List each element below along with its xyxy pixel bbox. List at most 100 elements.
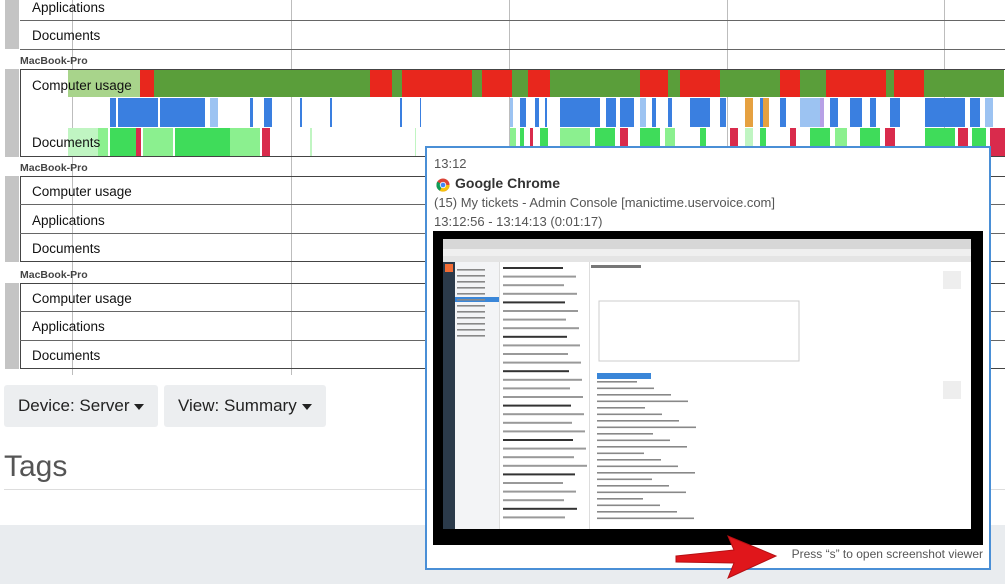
activity-segment bbox=[560, 98, 600, 127]
activity-segment bbox=[262, 128, 270, 156]
activity-segment bbox=[668, 70, 680, 97]
caret-down-icon bbox=[301, 403, 312, 410]
activity-segment bbox=[482, 70, 512, 97]
row-label-computer-usage: Computer usage bbox=[32, 184, 132, 199]
device-dropdown-label: Device: Server bbox=[18, 396, 130, 415]
activity-segment bbox=[545, 98, 547, 127]
activity-segment bbox=[870, 98, 876, 127]
activity-segment bbox=[535, 98, 539, 127]
activity-segment bbox=[720, 70, 780, 97]
applications-track[interactable] bbox=[0, 98, 1005, 127]
activity-segment bbox=[310, 128, 312, 156]
computer-usage-track[interactable] bbox=[0, 70, 1005, 97]
tooltip-duration: 13:12:56 - 13:14:13 (0:01:17) bbox=[434, 214, 603, 229]
activity-segment bbox=[230, 128, 260, 156]
row-label-applications: Applications bbox=[32, 0, 105, 15]
row-label-documents: Documents bbox=[32, 135, 101, 150]
activity-segment bbox=[210, 98, 218, 127]
device-bar bbox=[5, 176, 19, 262]
activity-segment bbox=[300, 98, 302, 127]
activity-segment bbox=[800, 98, 820, 127]
device-dropdown-button[interactable]: Device: Server bbox=[4, 385, 159, 427]
screenshot-tooltip: 13:12 Google Chrome (15) My tickets - Ad… bbox=[425, 146, 991, 570]
row-label-applications: Applications bbox=[32, 319, 105, 334]
activity-segment bbox=[894, 70, 924, 97]
activity-segment bbox=[985, 98, 993, 127]
activity-segment bbox=[400, 98, 402, 127]
activity-segment bbox=[136, 128, 141, 156]
activity-segment bbox=[925, 98, 965, 127]
row-label-documents: Documents bbox=[32, 348, 101, 363]
timeline-row-applications[interactable] bbox=[20, 0, 1005, 21]
device-bar bbox=[5, 0, 19, 49]
activity-segment bbox=[528, 70, 550, 97]
row-label-documents: Documents bbox=[32, 241, 101, 256]
activity-segment bbox=[800, 70, 826, 97]
tooltip-app-name: Google Chrome bbox=[455, 175, 561, 191]
timeline-row-documents[interactable] bbox=[20, 21, 1005, 50]
activity-segment bbox=[652, 98, 656, 127]
activity-segment bbox=[924, 70, 1004, 97]
activity-segment bbox=[264, 98, 272, 127]
activity-segment bbox=[392, 70, 402, 97]
activity-segment bbox=[110, 98, 116, 127]
screenshot-viewer-hint: Press “s” to open screenshot viewer bbox=[791, 547, 983, 561]
row-label-documents: Documents bbox=[32, 28, 101, 43]
tooltip-time: 13:12 bbox=[434, 156, 467, 171]
activity-segment bbox=[640, 98, 646, 127]
activity-segment bbox=[175, 128, 230, 156]
row-label-computer-usage: Computer usage bbox=[32, 78, 132, 93]
activity-segment bbox=[780, 70, 800, 97]
view-dropdown-button[interactable]: View: Summary bbox=[164, 385, 326, 427]
device-title: MacBook-Pro bbox=[20, 162, 88, 174]
chrome-icon bbox=[436, 178, 450, 192]
activity-segment bbox=[720, 98, 726, 127]
row-label-applications: Applications bbox=[32, 213, 105, 228]
activity-segment bbox=[668, 98, 672, 127]
caret-down-icon bbox=[134, 403, 145, 410]
tooltip-window-title: (15) My tickets - Admin Console [manicti… bbox=[434, 195, 775, 210]
activity-segment bbox=[118, 98, 158, 127]
activity-segment bbox=[472, 70, 482, 97]
activity-segment bbox=[330, 98, 332, 127]
activity-segment bbox=[826, 70, 886, 97]
activity-segment bbox=[990, 128, 1005, 156]
activity-segment bbox=[512, 70, 528, 97]
activity-segment bbox=[520, 98, 526, 127]
tags-heading: Tags bbox=[4, 450, 68, 483]
device-bar bbox=[5, 283, 19, 369]
activity-segment bbox=[402, 70, 472, 97]
device-title: MacBook-Pro bbox=[20, 55, 88, 67]
activity-segment bbox=[415, 128, 416, 156]
activity-segment bbox=[830, 98, 838, 127]
activity-segment bbox=[763, 98, 769, 127]
activity-segment bbox=[970, 98, 980, 127]
activity-segment bbox=[850, 98, 862, 127]
activity-segment bbox=[510, 98, 513, 127]
activity-segment bbox=[780, 98, 786, 127]
activity-segment bbox=[886, 70, 894, 97]
red-arrow-icon bbox=[675, 535, 778, 579]
activity-segment bbox=[370, 70, 392, 97]
activity-segment bbox=[420, 98, 421, 127]
activity-segment bbox=[154, 70, 370, 97]
activity-segment bbox=[680, 70, 720, 97]
view-dropdown-label: View: Summary bbox=[178, 396, 297, 415]
activity-segment bbox=[620, 98, 634, 127]
activity-segment bbox=[110, 128, 136, 156]
device-title: MacBook-Pro bbox=[20, 269, 88, 281]
activity-segment bbox=[820, 98, 824, 127]
activity-segment bbox=[143, 128, 173, 156]
row-label-computer-usage: Computer usage bbox=[32, 291, 132, 306]
screenshot-preview-image bbox=[433, 231, 983, 545]
screenshot-thumbnail[interactable] bbox=[433, 231, 983, 545]
activity-segment bbox=[745, 98, 753, 127]
activity-segment bbox=[250, 98, 253, 127]
activity-segment bbox=[160, 98, 205, 127]
activity-segment bbox=[550, 70, 640, 97]
activity-segment bbox=[606, 98, 616, 127]
activity-segment bbox=[640, 70, 668, 97]
activity-segment bbox=[690, 98, 710, 127]
activity-segment bbox=[140, 70, 154, 97]
activity-segment bbox=[890, 98, 900, 127]
